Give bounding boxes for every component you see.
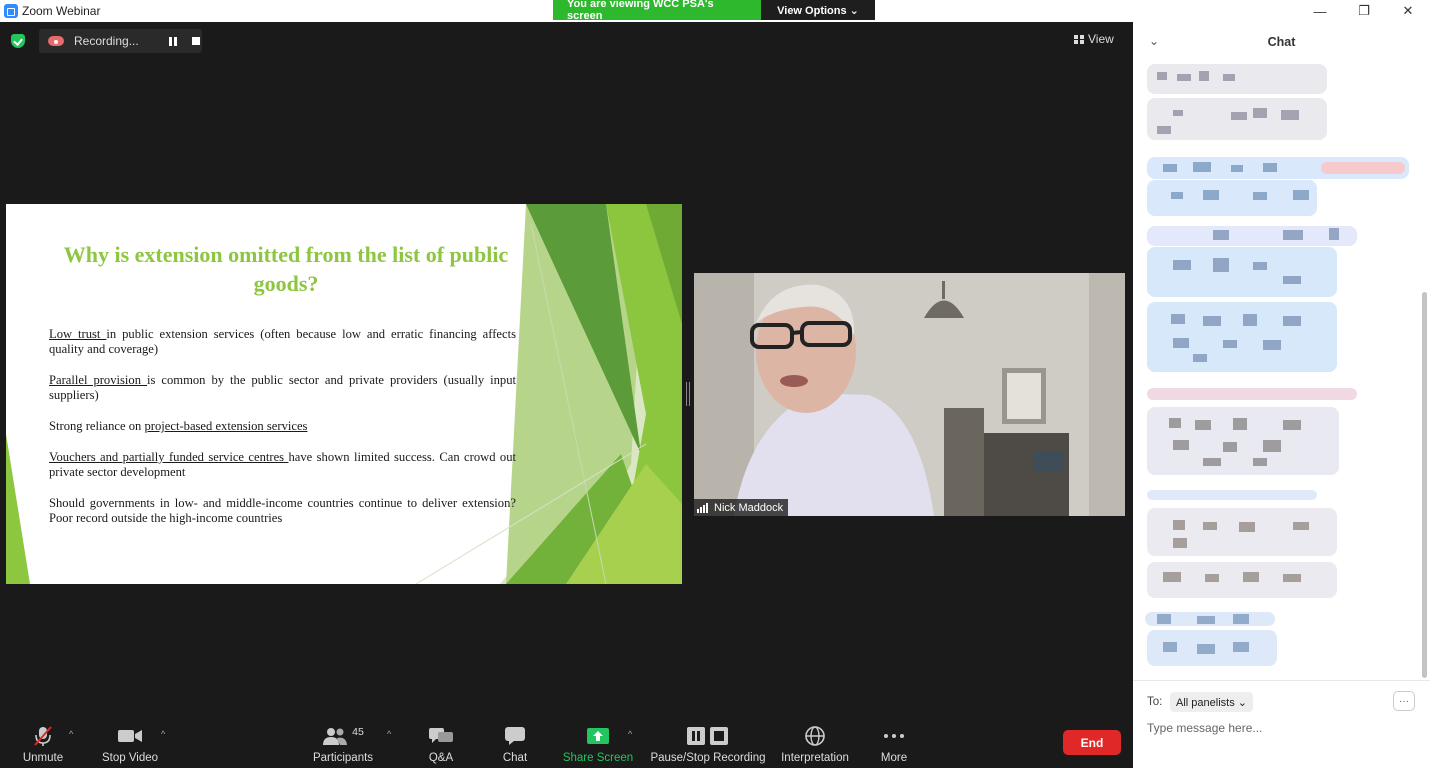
chat-more-options-button[interactable]: ···	[1393, 691, 1415, 711]
encryption-shield-icon[interactable]	[11, 34, 25, 48]
slide-bullet: Parallel provision is common by the publ…	[49, 373, 516, 402]
audio-options-caret-icon[interactable]: ^	[69, 729, 73, 739]
chat-scrollbar[interactable]	[1420, 64, 1428, 678]
video-camera-icon	[117, 724, 143, 748]
blurred-message	[1147, 64, 1327, 140]
window-controls: — ❐ ✕	[1298, 0, 1430, 22]
grid-view-icon	[1074, 34, 1084, 44]
slide-bullet-list: Low trust in public extension services (…	[49, 327, 516, 542]
pause-stop-icon	[686, 724, 730, 748]
zoom-logo-icon	[4, 4, 18, 18]
cloud-recording-icon	[48, 36, 64, 46]
close-icon[interactable]: ✕	[1386, 0, 1430, 22]
end-button[interactable]: End	[1063, 730, 1121, 755]
chat-scrollbar-thumb[interactable]	[1422, 292, 1427, 678]
muted-microphone-icon	[32, 724, 54, 748]
view-label: View	[1088, 32, 1114, 46]
minimize-icon[interactable]: —	[1298, 0, 1342, 22]
share-screen-button[interactable]: Share Screen	[563, 720, 633, 768]
pause-recording-icon[interactable]	[168, 36, 177, 46]
slide-bullet: Vouchers and partially funded service ce…	[49, 450, 516, 479]
participant-video-tile[interactable]: Nick Maddock	[694, 273, 1125, 516]
chat-panel: — ❐ ✕ ⌄ Chat To: All panelists ⌄ ··· Typ…	[1133, 0, 1430, 768]
stop-recording-icon[interactable]	[191, 37, 200, 45]
slide-bullet: Should governments in low- and middle-in…	[49, 496, 516, 525]
maximize-icon[interactable]: ❐	[1342, 0, 1386, 22]
chat-header: ⌄ Chat	[1133, 30, 1430, 56]
view-options-button[interactable]: View Options ⌄	[761, 0, 875, 20]
shared-screen-slide: Why is extension omitted from the list o…	[6, 204, 682, 584]
participants-button[interactable]: 45 Participants	[310, 720, 376, 768]
meeting-toolbar: Unmute ^ Stop Video ^ 45 Participants ^ …	[0, 720, 1133, 768]
meeting-stage: Recording... View Why is extension omitt…	[0, 22, 1133, 720]
recipient-dropdown[interactable]: All panelists ⌄	[1170, 692, 1253, 712]
video-options-caret-icon[interactable]: ^	[161, 729, 165, 739]
more-button[interactable]: More	[876, 720, 912, 768]
participant-video-feed	[694, 273, 1125, 516]
window-title: Zoom Webinar	[22, 4, 101, 18]
blurred-chat-messages	[1145, 64, 1409, 666]
viewing-screen-label: You are viewing WCC PSA's screen	[553, 0, 761, 22]
chat-compose-area: To: All panelists ⌄ ···	[1133, 680, 1430, 768]
participants-icon: 45	[322, 724, 364, 748]
slide-bullet: Strong reliance on project-based extensi…	[49, 419, 308, 433]
view-button[interactable]: View	[1074, 30, 1114, 48]
slide-bullet: Low trust in public extension services (…	[49, 327, 516, 356]
ellipsis-icon	[883, 724, 905, 748]
split-resize-handle[interactable]	[686, 382, 690, 406]
share-screen-icon	[586, 724, 610, 748]
chat-message-list[interactable]	[1133, 62, 1430, 678]
participant-name-tag: Nick Maddock	[694, 499, 789, 516]
participant-name: Nick Maddock	[714, 501, 784, 514]
interpretation-button[interactable]: Interpretation	[778, 720, 852, 768]
chat-message-input[interactable]	[1147, 719, 1407, 737]
signal-strength-icon	[697, 502, 709, 513]
recording-status: Recording...	[74, 34, 139, 48]
unmute-button[interactable]: Unmute	[18, 720, 68, 768]
share-options-caret-icon[interactable]: ^	[628, 729, 632, 739]
chat-bubble-icon	[504, 724, 526, 748]
recording-indicator: Recording...	[39, 29, 202, 53]
chat-title: Chat	[1267, 35, 1296, 49]
slide-title: Why is extension omitted from the list o…	[63, 242, 509, 296]
qa-icon	[428, 724, 454, 748]
stop-video-button[interactable]: Stop Video	[98, 720, 162, 768]
recipient-label: To:	[1147, 696, 1163, 708]
globe-icon	[804, 724, 826, 748]
participants-options-caret-icon[interactable]: ^	[387, 729, 391, 739]
zoom-webinar-window: Zoom Webinar You are viewing WCC PSA's s…	[0, 0, 1430, 768]
pause-stop-recording-button[interactable]: Pause/Stop Recording	[650, 720, 766, 768]
share-banner: You are viewing WCC PSA's screen View Op…	[553, 0, 875, 22]
chat-button[interactable]: Chat	[494, 720, 536, 768]
qa-button[interactable]: Q&A	[421, 720, 461, 768]
participant-count: 45	[352, 726, 364, 738]
